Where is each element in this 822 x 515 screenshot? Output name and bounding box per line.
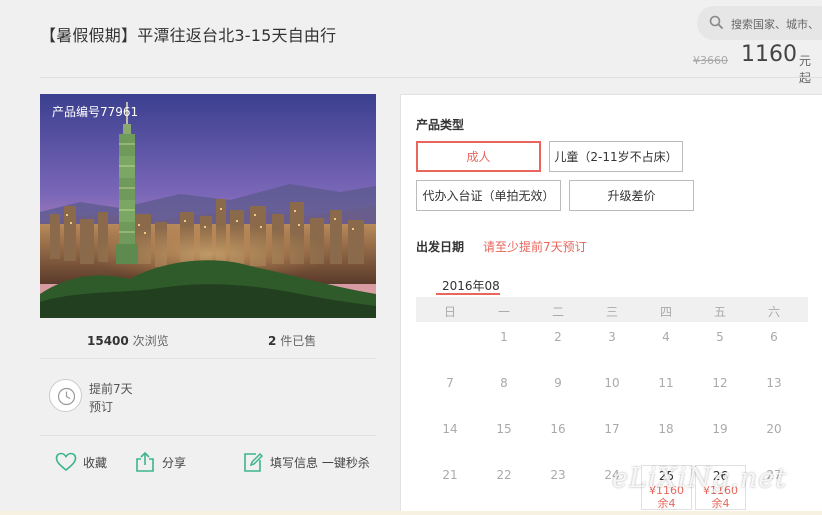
calendar-day: 12 <box>712 376 728 390</box>
calendar-day: 22 <box>496 468 512 482</box>
price-unit: 元起 <box>799 54 812 85</box>
favorite-button[interactable]: 收藏 <box>55 450 107 474</box>
header-divider <box>40 77 822 78</box>
type-option-adult[interactable]: 成人 <box>416 141 541 172</box>
views-stat: 15400 次浏览 <box>87 332 169 349</box>
weekday: 一 <box>497 305 510 319</box>
type-option-child[interactable]: 儿童（2-11岁不占床） <box>549 141 683 172</box>
calendar-day: 13 <box>766 376 782 390</box>
calendar-day: 8 <box>500 376 508 390</box>
calendar-day: 14 <box>442 422 458 436</box>
search-box[interactable]: 搜索国家、城市、 <box>697 6 822 40</box>
calendar-day: 1 <box>500 330 508 344</box>
available-day-remaining: 余4 <box>711 497 730 510</box>
calendar-day: 2 <box>554 330 562 344</box>
advance-booking-line2: 预订 <box>89 400 114 414</box>
weekday: 五 <box>713 305 726 319</box>
weekday: 日 <box>443 305 456 319</box>
advance-booking-line1: 提前7天 <box>89 382 133 396</box>
sold-count: 2 <box>268 334 277 348</box>
fill-info-label: 填写信息 一键秒杀 <box>270 455 370 470</box>
sold-label: 件已售 <box>280 334 317 348</box>
search-icon <box>709 15 723 29</box>
stats-divider <box>40 358 376 359</box>
departure-date-label: 出发日期 <box>416 240 465 254</box>
calendar-day: 4 <box>662 330 670 344</box>
info-divider <box>40 435 376 436</box>
calendar-day: 21 <box>442 468 458 482</box>
heart-icon <box>55 452 77 472</box>
calendar-month[interactable]: 2016年08 <box>442 277 500 294</box>
product-type-label: 产品类型 <box>416 118 465 132</box>
share-label: 分享 <box>162 455 187 470</box>
product-code: 产品编号77961 <box>52 105 139 119</box>
calendar-day: 11 <box>658 376 674 390</box>
sold-stat: 2 件已售 <box>268 332 316 349</box>
calendar-day: 3 <box>608 330 616 344</box>
bottom-strip <box>0 511 822 515</box>
calendar-day: 23 <box>550 468 566 482</box>
product-photo: 产品编号77961 <box>40 94 376 318</box>
share-button[interactable]: 分享 <box>134 450 186 474</box>
available-day-remaining: 余4 <box>657 497 676 510</box>
views-count: 15400 <box>87 334 129 348</box>
original-price: ¥3660 <box>693 54 728 67</box>
calendar-day: 19 <box>712 422 728 436</box>
calendar-day: 5 <box>716 330 724 344</box>
current-price: 1160 <box>741 42 797 67</box>
watermark: eLiXiNg.net <box>612 463 788 494</box>
type-option-visa[interactable]: 代办入台证（单拍无效） <box>416 180 561 211</box>
calendar-day: 18 <box>658 422 674 436</box>
page-title: 【暑假假期】平潭往返台北3-15天自由行 <box>40 26 337 45</box>
calendar-day: 10 <box>604 376 620 390</box>
weekday: 二 <box>551 305 564 319</box>
clock-icon <box>49 379 82 412</box>
weekday: 四 <box>659 305 672 319</box>
type-option-upgrade[interactable]: 升级差价 <box>569 180 694 211</box>
weekday-header: 日 一 二 三 四 五 六 <box>416 297 808 322</box>
weekday: 三 <box>605 305 618 319</box>
fill-info-button[interactable]: 填写信息 一键秒杀 <box>242 450 370 474</box>
favorite-label: 收藏 <box>83 455 108 470</box>
calendar-day: 17 <box>604 422 620 436</box>
calendar-day: 15 <box>496 422 512 436</box>
calendar-day: 16 <box>550 422 566 436</box>
views-label: 次浏览 <box>132 334 169 348</box>
edit-icon <box>244 452 264 472</box>
month-underline <box>436 293 500 295</box>
calendar-day: 20 <box>766 422 782 436</box>
weekday: 六 <box>767 305 780 319</box>
search-placeholder[interactable]: 搜索国家、城市、 <box>731 16 819 32</box>
calendar-day: 9 <box>554 376 562 390</box>
calendar-day: 7 <box>446 376 454 390</box>
taipei-skyline-image <box>40 94 376 318</box>
calendar-day: 6 <box>770 330 778 344</box>
date-hint: 请至少提前7天预订 <box>483 240 587 254</box>
share-icon <box>136 451 154 472</box>
